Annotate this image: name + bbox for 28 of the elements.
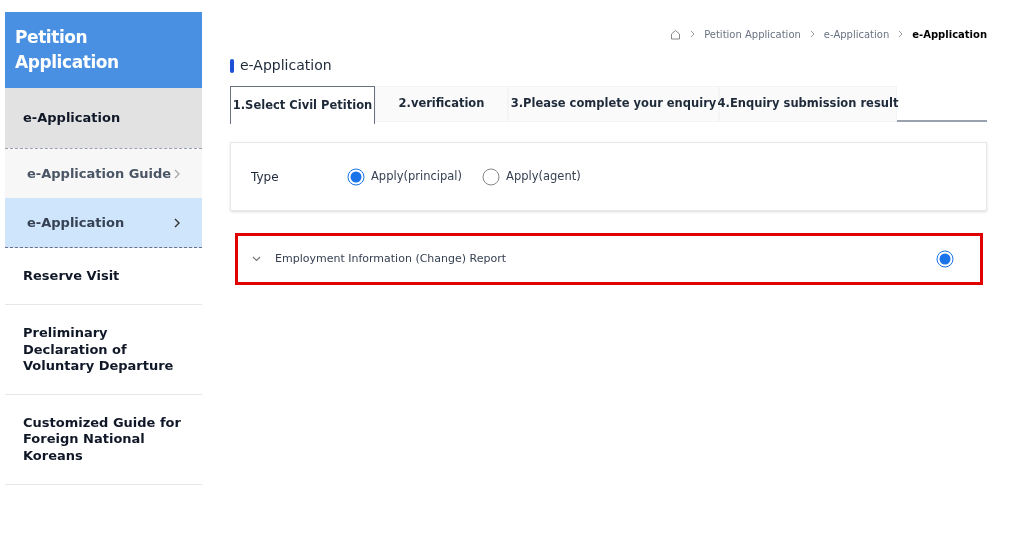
petition-label: Employment Information (Change) Report	[275, 250, 508, 267]
page-title: e-Application	[240, 56, 332, 75]
radio-label: Apply(principal)	[371, 167, 462, 185]
type-label: Type	[251, 168, 280, 186]
breadcrumb-link[interactable]: e-Application	[912, 26, 987, 42]
radio-label: Apply(agent)	[506, 167, 581, 185]
submenu-item[interactable]: e-Application Guide	[5, 148, 202, 198]
tab[interactable]: 3.Please complete your enquiry	[508, 86, 719, 122]
chevron-right-icon	[690, 30, 696, 38]
chevron-down-icon[interactable]	[252, 256, 261, 262]
breadcrumb-link[interactable]: e-Application	[823, 26, 890, 42]
home-icon[interactable]	[670, 28, 682, 40]
tab[interactable]: 2.verification	[375, 86, 508, 122]
chevron-right-icon	[174, 168, 180, 179]
radio-button[interactable]	[347, 167, 365, 186]
submenu-item[interactable]: e-Application	[5, 198, 202, 248]
chevron-right-icon	[174, 217, 180, 228]
breadcrumb-link[interactable]: Petition Application	[704, 26, 801, 42]
sidebar-header: Petition Application	[5, 12, 202, 88]
sidebar-item[interactable]: e-Application	[5, 88, 202, 148]
chevron-right-icon	[809, 30, 815, 38]
chevron-right-icon	[898, 30, 904, 38]
title-marker	[230, 58, 234, 73]
tab[interactable]: 4.Enquiry submission result	[719, 86, 897, 122]
highlight-frame[interactable]: Employment Information (Change) Report	[235, 233, 983, 285]
radio-button[interactable]	[482, 167, 500, 186]
tab[interactable]: 1.Select Civil Petition	[230, 86, 375, 124]
radio-button[interactable]	[936, 250, 954, 268]
